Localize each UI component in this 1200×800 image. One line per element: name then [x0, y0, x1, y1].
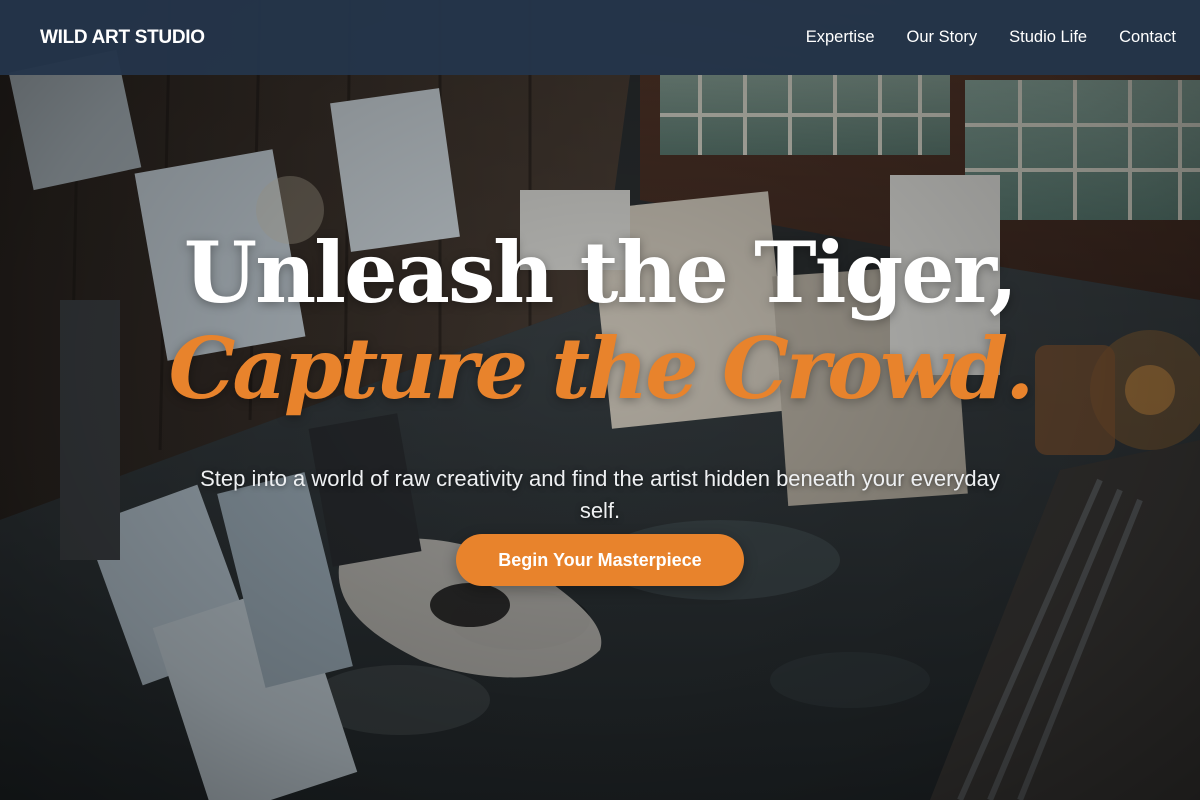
nav-link-our-story[interactable]: Our Story	[907, 28, 978, 47]
hero-headline: Unleash the Tiger, Capture the Crowd.	[0, 225, 1200, 417]
hero-subtitle: Step into a world of raw creativity and …	[200, 466, 1000, 523]
begin-masterpiece-button[interactable]: Begin Your Masterpiece	[456, 534, 744, 586]
nav-link-expertise[interactable]: Expertise	[806, 28, 875, 47]
nav-link-contact[interactable]: Contact	[1119, 28, 1176, 47]
hero-section: Unleash the Tiger, Capture the Crowd. St…	[0, 75, 1200, 800]
brand-logo-link[interactable]: WILD ART STUDIO	[40, 27, 205, 49]
headline-line-1: Unleash the Tiger,	[183, 223, 1018, 322]
nav-link-studio-life[interactable]: Studio Life	[1009, 28, 1087, 47]
main-nav: Expertise Our Story Studio Life Contact	[806, 28, 1176, 47]
headline-line-2: Capture the Crowd.	[168, 319, 1035, 418]
top-navbar: WILD ART STUDIO Expertise Our Story Stud…	[0, 0, 1200, 75]
